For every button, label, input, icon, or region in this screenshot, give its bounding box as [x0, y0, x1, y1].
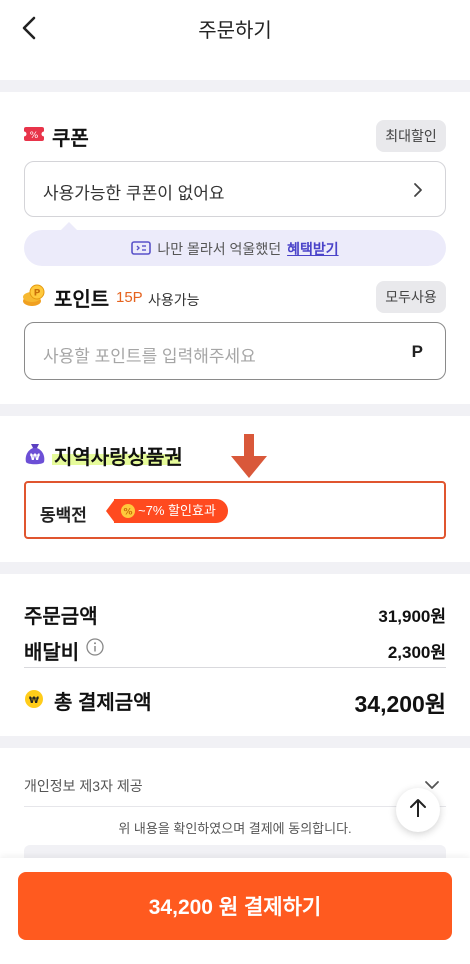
delivery-fee-value: 2,300원	[387, 643, 446, 662]
section-divider	[0, 404, 470, 416]
use-all-points-button[interactable]: 모두사용	[376, 281, 446, 313]
app-header: 주문하기	[0, 0, 470, 58]
section-divider	[0, 80, 470, 92]
max-discount-button[interactable]: 최대할인	[376, 120, 446, 152]
won-coin-icon: ₩	[24, 689, 44, 709]
pay-button[interactable]: 34,200 원 결제하기	[18, 872, 452, 940]
coupon-title: 쿠폰	[52, 128, 89, 150]
point-input[interactable]: 사용할 포인트를 입력해주세요 P	[24, 322, 446, 380]
point-available-label: 사용가능	[148, 292, 200, 308]
point-coin-icon: P	[22, 284, 46, 308]
coupon-icon: %	[21, 125, 47, 143]
section-divider	[0, 562, 470, 574]
pay-bar: 34,200 원 결제하기	[0, 858, 470, 964]
discount-tag-text: ~7% 할인효과	[138, 503, 216, 518]
benefit-link[interactable]: 혜택받기	[287, 239, 339, 259]
svg-text:₩: ₩	[29, 696, 39, 706]
discount-coin-icon: %	[120, 503, 136, 519]
summary-divider	[24, 667, 446, 668]
delivery-fee-label: 배달비	[24, 642, 80, 664]
page-title: 주문하기	[198, 20, 272, 42]
agreement-divider	[24, 806, 446, 807]
arrow-up-icon	[408, 797, 428, 824]
scroll-top-button[interactable]	[396, 788, 440, 832]
benefit-banner[interactable]: 나만 몰라서 억울했던 혜택받기	[24, 230, 446, 266]
coupon-select[interactable]: 사용가능한 쿠폰이 없어요	[24, 161, 446, 217]
point-available-amount: 15P	[116, 289, 143, 306]
third-party-label: 개인정보 제3자 제공	[24, 778, 143, 794]
chevron-down-icon[interactable]	[424, 778, 440, 790]
money-bag-icon: ₩	[24, 442, 46, 466]
chevron-right-icon	[413, 182, 423, 203]
local-voucher-option[interactable]: 동백전 ~7% 할인효과 %	[24, 481, 446, 539]
svg-text:%: %	[30, 131, 39, 141]
voucher-option-label: 동백전	[40, 506, 87, 525]
local-voucher-title: 지역사랑상품권	[54, 447, 183, 469]
svg-text:P: P	[34, 289, 41, 299]
total-payment-value: 34,200원	[354, 691, 446, 717]
total-payment-label: 총 결제금액	[54, 692, 152, 714]
order-amount-value: 31,900원	[378, 607, 446, 626]
section-divider	[0, 736, 470, 748]
benefit-text: 나만 몰라서 억울했던	[157, 241, 282, 257]
ticket-icon	[131, 240, 152, 258]
down-arrow-icon	[228, 432, 270, 480]
svg-text:%: %	[123, 508, 132, 518]
info-icon[interactable]	[86, 638, 104, 656]
point-title: 포인트	[54, 289, 110, 311]
point-input-placeholder: 사용할 포인트를 입력해주세요	[43, 347, 256, 366]
point-unit: P	[411, 342, 423, 361]
order-amount-label: 주문금액	[24, 606, 98, 628]
svg-text:₩: ₩	[30, 453, 40, 463]
coupon-empty-text: 사용가능한 쿠폰이 없어요	[43, 184, 225, 203]
